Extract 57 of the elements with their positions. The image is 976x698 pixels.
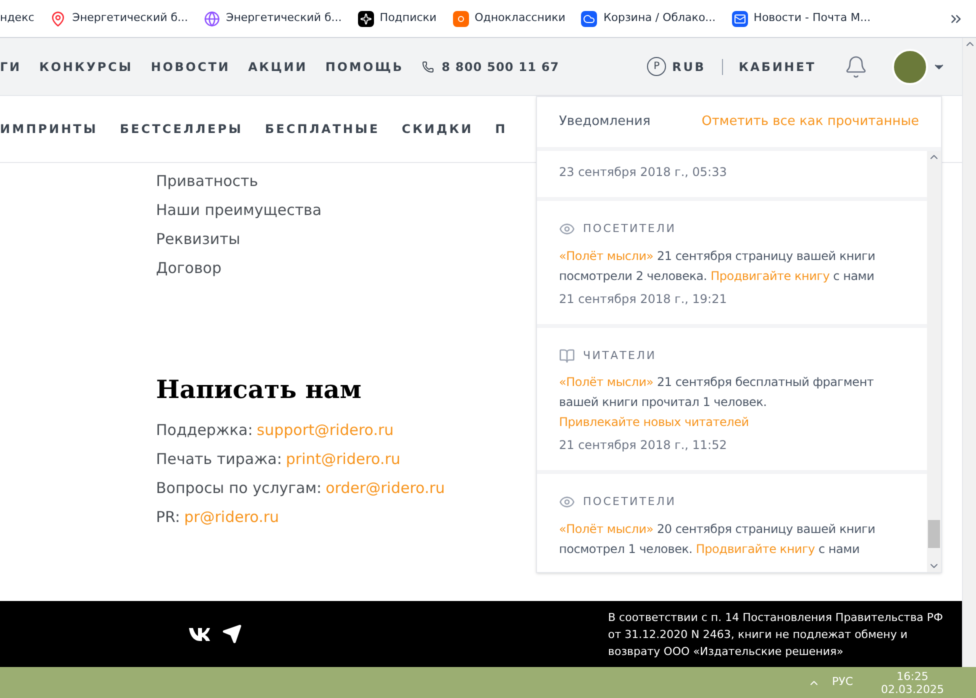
- map-pin-icon: [50, 10, 66, 26]
- notification-category: ПОСЕТИТЕЛИ: [583, 221, 676, 237]
- nav-link[interactable]: ГИ: [0, 58, 22, 76]
- footer-link[interactable]: Реквизиты: [156, 225, 240, 254]
- category-link[interactable]: П: [495, 120, 508, 138]
- cabinet-link[interactable]: КАБИНЕТ: [738, 58, 816, 76]
- category-link[interactable]: БЕСПЛАТНЫЕ: [265, 120, 380, 138]
- notifications-title: Уведомления: [559, 113, 650, 132]
- scrollbar-thumb[interactable]: [928, 520, 940, 548]
- bookmark-link[interactable]: ндекс: [0, 10, 34, 27]
- bookmark-link[interactable]: Энергетический б...: [226, 10, 342, 27]
- bookmark-link[interactable]: Новости - Почта М...: [754, 10, 871, 27]
- phone-icon: [422, 60, 434, 72]
- sparkle-icon: [358, 10, 374, 26]
- vk-icon[interactable]: [188, 627, 210, 641]
- bookmark-link[interactable]: Одноклассники: [474, 10, 566, 27]
- notification-date: 23 сентября 2018 г., 05:33: [559, 164, 728, 181]
- nav-link[interactable]: ПОМОЩЬ: [325, 58, 404, 76]
- category-link[interactable]: БЕСТСЕЛЛЕРЫ: [120, 120, 243, 138]
- footer-link[interactable]: Наши преимущества: [156, 196, 322, 225]
- nav-link[interactable]: НОВОСТИ: [150, 58, 230, 76]
- bookmark-link[interactable]: Энергетический б...: [72, 10, 188, 27]
- book-icon: [559, 348, 575, 364]
- ruble-icon: P: [647, 57, 666, 76]
- telegram-icon[interactable]: [222, 624, 242, 644]
- page-scrollbar[interactable]: [962, 38, 976, 667]
- contact-label: Поддержка:: [156, 420, 253, 441]
- nav-link[interactable]: АКЦИИ: [248, 58, 308, 76]
- contact-heading: Написать нам: [156, 375, 362, 404]
- avatar[interactable]: [892, 48, 928, 84]
- contact-label: PR:: [156, 507, 180, 528]
- notification-category: ЧИТАТЕЛИ: [583, 348, 656, 364]
- return-policy-notice: В соответствии с п. 14 Постановления Правительства РФ от 31.12.2020 N 2463, книги не подлежат обмену и возврату ООО «Издательские решения»: [608, 610, 944, 660]
- notification-text: «Полёт мысли» 20 сентября страницу вашей книги посмотрел 1 человек. Продвигайте книгу с нами: [559, 520, 876, 558]
- globe-icon: [204, 10, 220, 26]
- mail-icon: [732, 10, 748, 26]
- category-link[interactable]: СКИДКИ: [402, 120, 474, 138]
- phone-number[interactable]: 8 800 500 11 67: [442, 58, 560, 76]
- eye-icon: [559, 494, 575, 510]
- cloud-icon: [581, 10, 598, 26]
- contact-label: Печать тиража:: [156, 449, 282, 470]
- contact-label: Вопросы по услугам:: [156, 478, 322, 499]
- notification-text: «Полёт мысли» 21 сентября страницу вашей книги посмотрели 2 человека. Продвигайте книгу с нами: [559, 248, 876, 284]
- nav-link[interactable]: КОНКУРСЫ: [39, 58, 133, 76]
- notification-category: ПОСЕТИТЕЛИ: [583, 494, 676, 510]
- bell-icon[interactable]: [844, 54, 868, 78]
- bookmark-link[interactable]: Корзина / Облако...: [603, 10, 716, 27]
- footer-link[interactable]: Приватность: [156, 167, 258, 196]
- panel-scrollbar[interactable]: [927, 151, 941, 572]
- footer-link[interactable]: Договор: [156, 254, 222, 283]
- notification-text: «Полёт мысли» 21 сентября бесплатный фрагмент вашей книги прочитал 1 человек. Привлекайте новых читателей: [559, 374, 875, 431]
- bookmark-link[interactable]: Подписки: [380, 10, 437, 27]
- eye-icon: [559, 221, 575, 238]
- category-link[interactable]: ИМПРИНТЫ: [0, 120, 98, 138]
- notification-date: 21 сентября 2018 г., 19:21: [559, 290, 728, 308]
- notification-date: 21 сентября 2018 г., 11:52: [559, 437, 728, 454]
- currency-label[interactable]: RUB: [672, 58, 706, 76]
